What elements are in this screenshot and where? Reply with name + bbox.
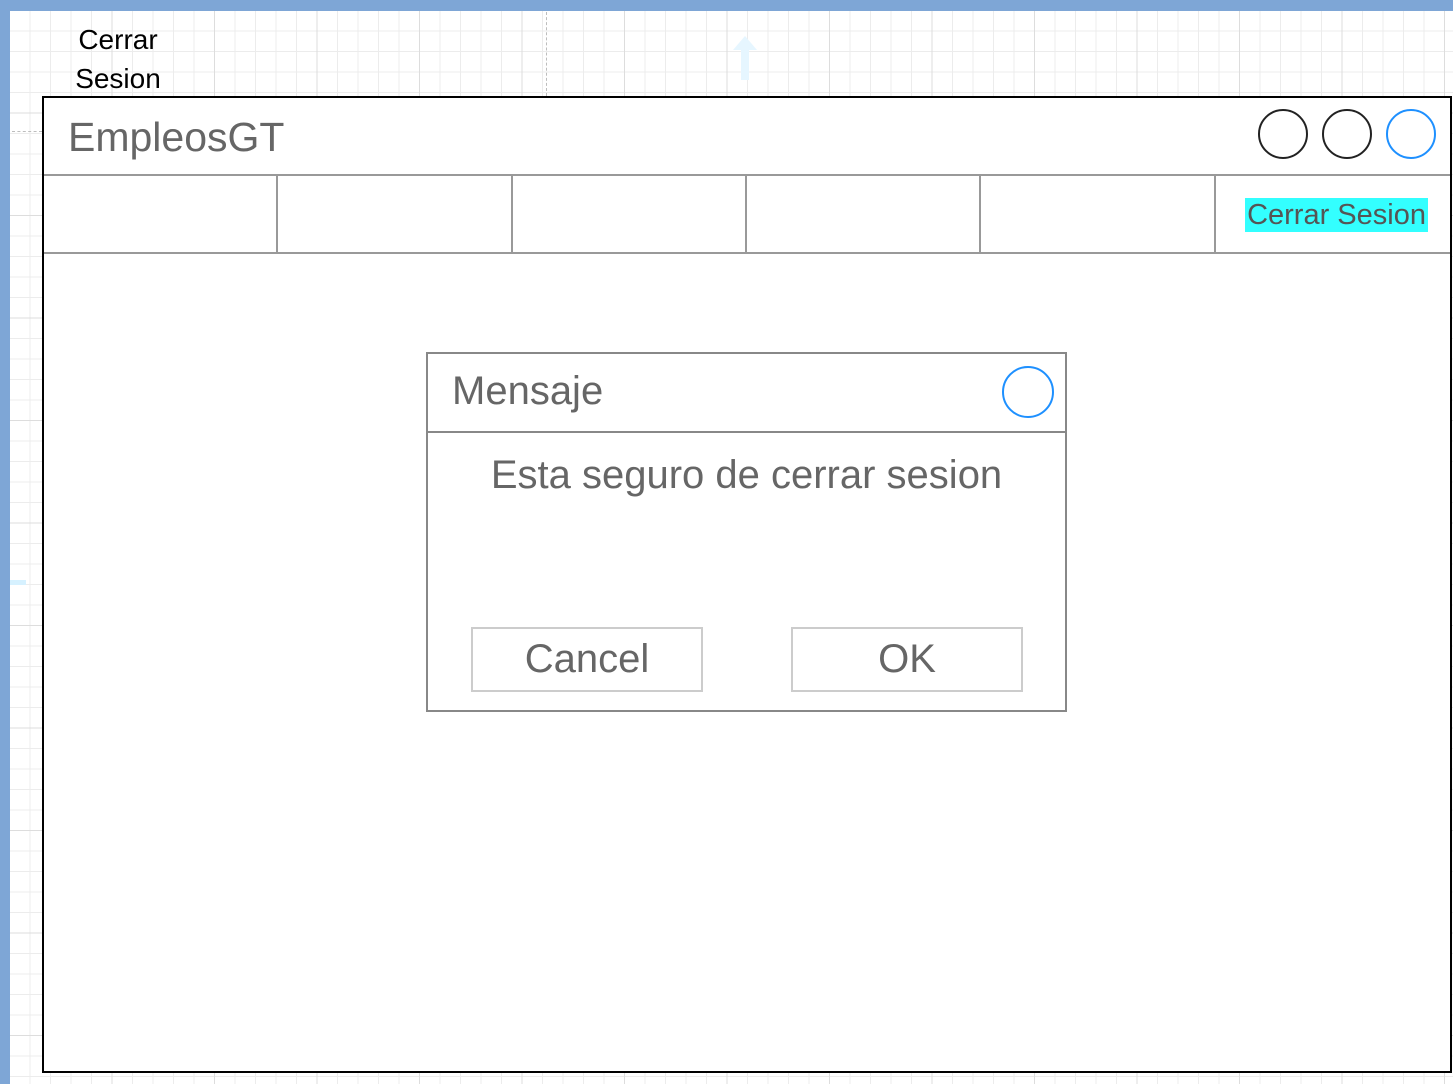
- nav-tab-cerrar-sesion[interactable]: Cerrar Sesion: [1216, 176, 1450, 252]
- nav-tab-3[interactable]: [513, 176, 747, 252]
- nav-tab-5[interactable]: [981, 176, 1216, 252]
- window-control-circle-icon-1[interactable]: [1258, 109, 1308, 159]
- dialog-message: Esta seguro de cerrar sesion: [490, 453, 1003, 497]
- app-title: EmpleosGT: [68, 114, 285, 160]
- nav-tab-2[interactable]: [278, 176, 513, 252]
- window-control-circle-icon-2[interactable]: [1322, 109, 1372, 159]
- window-titlebar: EmpleosGT: [44, 98, 1450, 176]
- nav-tab-1[interactable]: [44, 176, 279, 252]
- nav-tab-cerrar-sesion-label: Cerrar Sesion: [1245, 198, 1428, 232]
- ok-button[interactable]: OK: [791, 627, 1023, 692]
- floating-shape-label-text: Cerrar Sesion: [75, 24, 161, 94]
- connector-arrow-icon[interactable]: [733, 36, 757, 80]
- dialog-title: Mensaje: [452, 369, 604, 413]
- navigation-bar: Cerrar Sesion: [44, 176, 1450, 254]
- dialog-close-circle-icon[interactable]: [1002, 366, 1054, 418]
- app-frame-left-border: [0, 0, 10, 1084]
- floating-shape-label[interactable]: Cerrar Sesion: [58, 20, 178, 98]
- alignment-guide-horizontal: [12, 131, 42, 132]
- alignment-guide-vertical: [546, 12, 547, 96]
- cancel-button[interactable]: Cancel: [471, 627, 703, 692]
- app-frame-top-border: [0, 0, 1453, 11]
- side-resize-handle[interactable]: [10, 580, 26, 585]
- logout-confirm-dialog: Mensaje Esta seguro de cerrar sesion Can…: [426, 352, 1067, 712]
- nav-tab-4[interactable]: [747, 176, 982, 252]
- window-control-circle-icon-3[interactable]: [1386, 109, 1436, 159]
- dialog-header: Mensaje: [428, 354, 1065, 433]
